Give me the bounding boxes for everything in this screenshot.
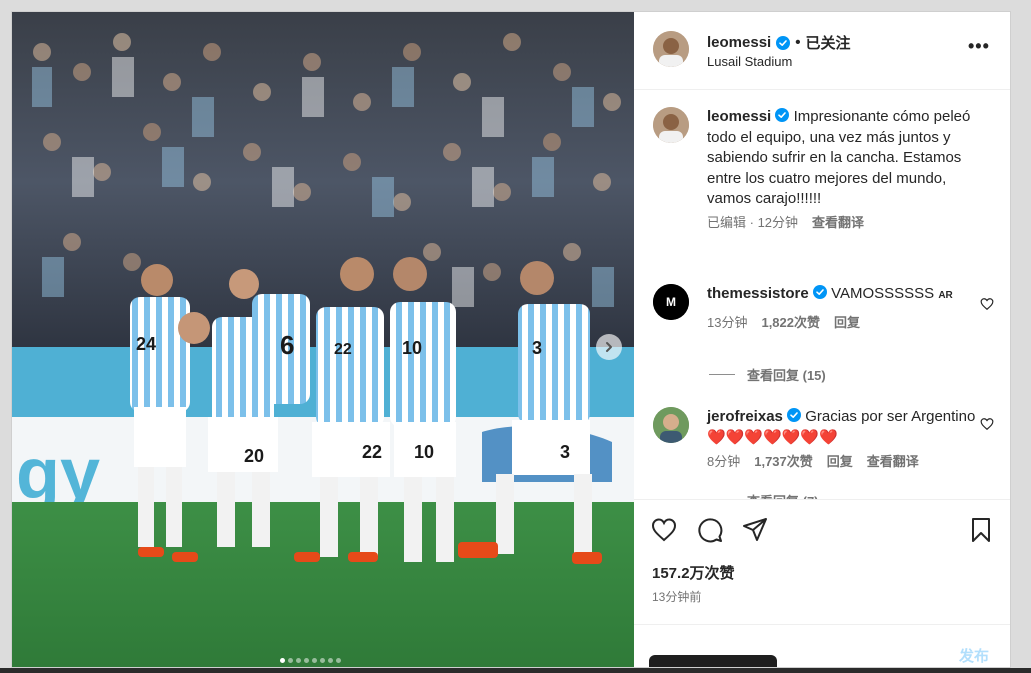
view-replies-button[interactable]: 查看回复 (15)	[709, 365, 826, 384]
post-time: 13分钟前	[652, 590, 702, 604]
comment-like-icon[interactable]	[980, 297, 994, 311]
carousel-dot[interactable]	[312, 658, 317, 663]
post-actions: 157.2万次赞 13分钟前	[634, 499, 1010, 624]
svg-text:M: M	[666, 295, 676, 309]
jersey-number: 3	[560, 442, 570, 462]
comment-likes[interactable]: 1,737次赞	[754, 452, 813, 473]
carousel-dot[interactable]	[280, 658, 285, 663]
comment-icon[interactable]	[697, 517, 723, 543]
flag-label: AR	[938, 290, 953, 301]
translate-button[interactable]: 查看翻译	[867, 452, 919, 473]
carousel-next-button[interactable]	[596, 334, 622, 360]
post-location[interactable]: Lusail Stadium	[707, 54, 792, 69]
comment-time: 8分钟	[707, 454, 741, 469]
comment-time: 13分钟	[707, 314, 748, 330]
reply-button[interactable]: 回复	[827, 452, 853, 473]
likes-count[interactable]: 157.2万次赞	[652, 562, 735, 583]
celebration-photo: gy 24 20 6 22 22 10 10 3 3	[12, 12, 634, 667]
follow-button[interactable]: 已关注	[805, 32, 850, 53]
hearts-emoji: ❤️❤️❤️❤️❤️❤️❤️	[707, 428, 838, 446]
carousel-dot[interactable]	[304, 658, 309, 663]
jersey-number: 10	[414, 442, 434, 462]
add-comment-area[interactable]: 发布	[634, 624, 1010, 667]
avatar[interactable]	[653, 107, 689, 143]
reply-button[interactable]: 回复	[834, 313, 860, 334]
bookmark-icon[interactable]	[968, 517, 994, 543]
verified-icon	[812, 285, 827, 299]
carousel-indicator	[280, 658, 341, 663]
translate-button[interactable]: 查看翻译	[812, 213, 864, 234]
instagram-post-dialog: gy 24 20 6 22 22 10 10 3 3 leomessi • 已关…	[11, 11, 1011, 668]
caption-username[interactable]: leomessi	[707, 108, 771, 125]
post-comment-button[interactable]: 发布	[959, 645, 989, 666]
emoji-picker-tab[interactable]	[649, 655, 777, 667]
post-side-panel: leomessi • 已关注 Lusail Stadium ••• leomes…	[634, 12, 1010, 667]
taskbar-strip	[0, 668, 1031, 673]
comment-username[interactable]: jerofreixas	[707, 408, 783, 425]
carousel-dot[interactable]	[328, 658, 333, 663]
carousel-dot[interactable]	[320, 658, 325, 663]
jersey-number: 3	[532, 338, 542, 358]
post-header: leomessi • 已关注 Lusail Stadium •••	[634, 12, 1010, 90]
verified-icon	[775, 108, 790, 122]
comment-likes[interactable]: 1,822次赞	[761, 313, 820, 334]
jersey-number: 22	[334, 341, 352, 358]
avatar[interactable]: M	[653, 284, 689, 320]
more-options-button[interactable]: •••	[968, 36, 990, 57]
comment-text: Gracias por ser Argentino	[805, 408, 976, 425]
view-replies-button[interactable]: 查看回复 (7)	[709, 491, 819, 499]
jersey-number: 6	[280, 330, 294, 360]
avatar[interactable]	[653, 407, 689, 443]
verified-icon	[776, 35, 791, 50]
carousel-dot[interactable]	[336, 658, 341, 663]
caption-edited-label: 已编辑 · 12分钟	[707, 214, 799, 230]
post-photo[interactable]: gy 24 20 6 22 22 10 10 3 3	[12, 12, 634, 667]
jersey-number: 22	[362, 442, 382, 462]
verified-icon	[787, 408, 802, 422]
comment-like-icon[interactable]	[980, 417, 994, 431]
jersey-number: 10	[402, 338, 422, 358]
jersey-number: 24	[136, 334, 156, 354]
heart-icon[interactable]	[651, 517, 677, 543]
post-username[interactable]: leomessi	[707, 34, 771, 51]
comments-list[interactable]: leomessi Impresionante cómo peleó todo e…	[634, 91, 1010, 499]
avatar[interactable]	[653, 31, 689, 67]
comment-text: VAMOSSSSSS	[831, 285, 935, 302]
chevron-right-icon	[606, 342, 612, 352]
carousel-dot[interactable]	[296, 658, 301, 663]
carousel-dot[interactable]	[288, 658, 293, 663]
separator-dot: •	[795, 34, 801, 51]
jersey-number: 20	[244, 446, 264, 466]
comment-username[interactable]: themessistore	[707, 285, 809, 302]
share-icon[interactable]	[742, 517, 768, 543]
